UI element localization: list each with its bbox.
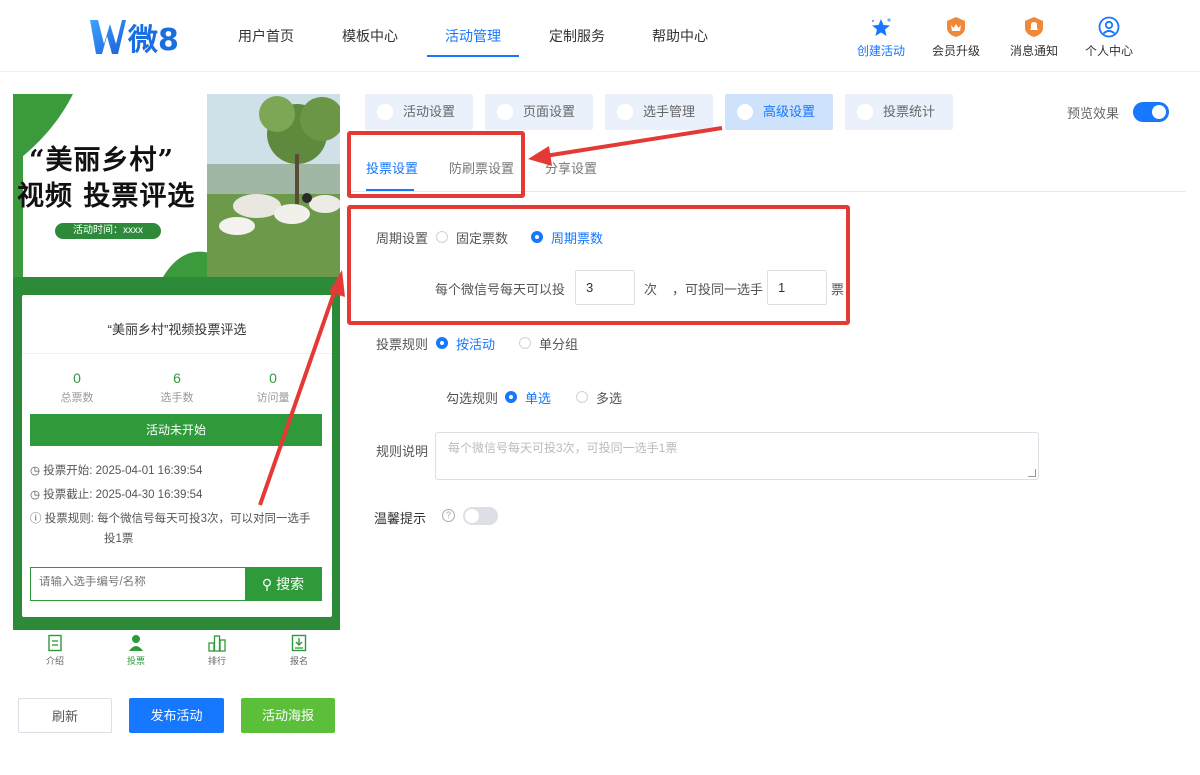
arrow-head-icon [528, 146, 552, 166]
annotation-arrows [258, 126, 723, 506]
annotation-arrow-to-cycle [258, 289, 337, 506]
arrow-head-icon [329, 270, 345, 297]
annotation-arrow-to-subtabs [544, 126, 723, 158]
